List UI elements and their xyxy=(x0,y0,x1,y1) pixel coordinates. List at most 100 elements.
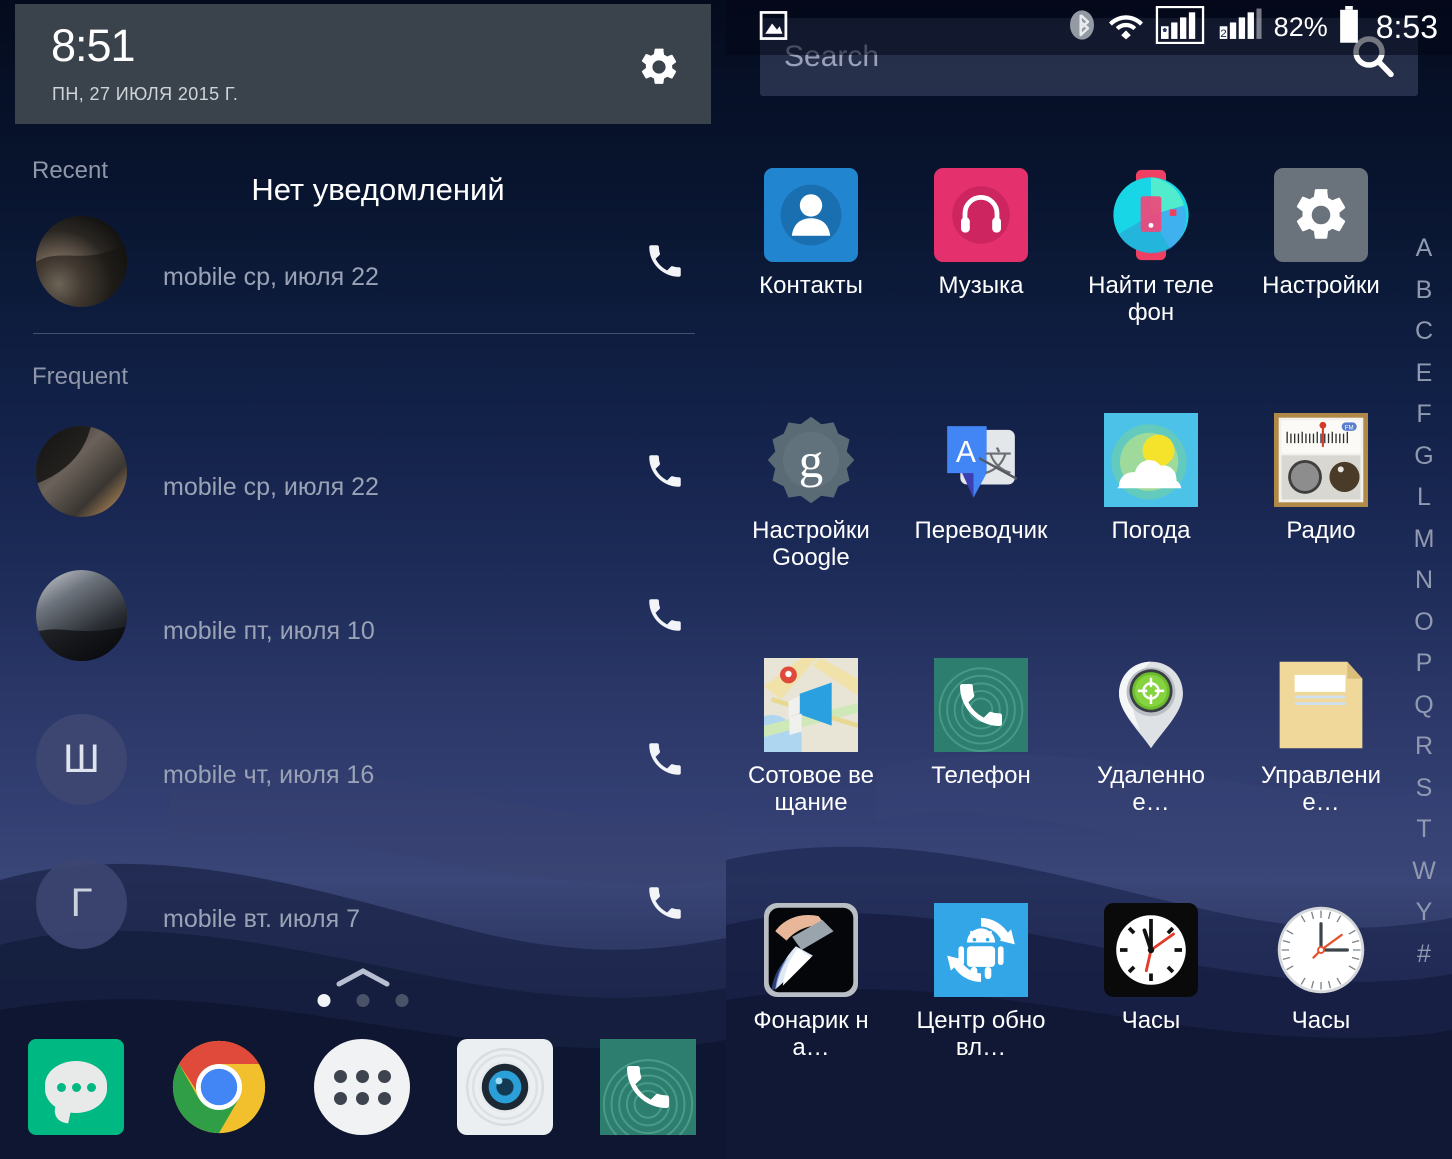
app-item-remote-location[interactable]: Удаленное… xyxy=(1066,658,1236,903)
phone-call-icon[interactable] xyxy=(644,738,686,780)
settings-gear-icon xyxy=(1274,168,1368,262)
list-item[interactable]: Ш mobile чт, июля 16 xyxy=(0,714,726,824)
app-row: g Настройки Google A 文 Переводчик Погода… xyxy=(726,413,1406,658)
app-item-clock-black[interactable]: Часы xyxy=(1066,903,1236,1148)
alpha-letter[interactable]: F xyxy=(1416,394,1431,436)
alpha-letter[interactable]: Y xyxy=(1416,892,1433,934)
avatar: Г xyxy=(36,858,127,949)
app-label: Найти телефон xyxy=(1088,272,1214,326)
camera-icon[interactable] xyxy=(457,1039,553,1135)
alpha-letter[interactable]: R xyxy=(1415,726,1433,768)
page-dot-2[interactable] xyxy=(356,994,370,1007)
app-row: Контакты Музыка Найти телефон Настройки xyxy=(726,168,1406,413)
remote-location-icon xyxy=(1104,658,1198,752)
app-label: Удаленное… xyxy=(1097,762,1205,816)
app-item-music[interactable]: Музыка xyxy=(896,168,1066,413)
avatar-letter: Ш xyxy=(63,737,100,781)
alpha-letter[interactable]: S xyxy=(1416,768,1433,810)
phone-call-icon[interactable] xyxy=(644,594,686,636)
alpha-letter[interactable]: C xyxy=(1415,311,1433,353)
app-label: Фонарик на… xyxy=(753,1007,869,1061)
phone-call-icon[interactable] xyxy=(644,450,686,492)
app-item-translate[interactable]: A 文 Переводчик xyxy=(896,413,1066,658)
list-item[interactable]: mobile ср, июля 22 xyxy=(0,216,726,326)
app-item-dialer[interactable]: Телефон xyxy=(896,658,1066,903)
app-item-cell-broadcast[interactable]: Сотовое вещание xyxy=(726,658,896,903)
app-item-find-phone[interactable]: Найти телефон xyxy=(1066,168,1236,413)
alpha-letter[interactable]: E xyxy=(1416,353,1433,395)
music-icon xyxy=(934,168,1028,262)
app-label: Телефон xyxy=(931,762,1031,789)
weather-icon xyxy=(1104,413,1198,507)
gear-icon[interactable] xyxy=(636,44,682,90)
clock-white-icon xyxy=(1274,903,1368,997)
app-item-google-settings[interactable]: g Настройки Google xyxy=(726,413,896,658)
app-label: Центр обновл… xyxy=(916,1007,1046,1061)
list-item[interactable]: mobile пт, июля 10 xyxy=(0,570,726,680)
alpha-letter[interactable]: A xyxy=(1416,228,1433,270)
page-dot-1[interactable] xyxy=(317,994,331,1007)
radio-icon: FM xyxy=(1274,413,1368,507)
chrome-icon[interactable] xyxy=(171,1039,267,1135)
battery-icon xyxy=(1338,6,1360,49)
app-label: Сотовое вещание xyxy=(748,762,874,816)
alpha-letter[interactable]: Q xyxy=(1414,685,1433,727)
alpha-letter[interactable]: G xyxy=(1414,436,1433,478)
phone-call-icon[interactable] xyxy=(644,240,686,282)
dock xyxy=(0,1033,726,1141)
dual-phone-screenshot: 8:51 ПН, 27 ИЮЛЯ 2015 Г. Нет уведомлений… xyxy=(0,0,1452,1159)
google-settings-icon: g xyxy=(764,413,858,507)
app-item-settings[interactable]: Настройки xyxy=(1236,168,1406,413)
alpha-letter[interactable]: P xyxy=(1416,643,1433,685)
alpha-letter[interactable]: L xyxy=(1417,477,1431,519)
app-label: Радио xyxy=(1286,517,1356,544)
section-divider xyxy=(33,333,695,334)
right-phone-screen: 2 82% 8:53 Search Контакты Музыка Найти … xyxy=(726,0,1452,1159)
phone-dialer-icon xyxy=(934,658,1028,752)
status-bar: 2 82% 8:53 xyxy=(726,0,1452,55)
app-label: Настройки xyxy=(1262,272,1380,299)
phone-icon[interactable] xyxy=(600,1039,696,1135)
app-item-radio[interactable]: FM Радио xyxy=(1236,413,1406,658)
list-item-subtitle: mobile вт. июля 7 xyxy=(163,905,361,933)
app-label: Управление… xyxy=(1260,762,1382,816)
translate-icon: A 文 xyxy=(934,413,1028,507)
left-phone-screen: 8:51 ПН, 27 ИЮЛЯ 2015 Г. Нет уведомлений… xyxy=(0,0,726,1159)
alpha-letter[interactable]: M xyxy=(1414,519,1435,561)
file-manager-icon xyxy=(1274,658,1368,752)
avatar: Ш xyxy=(36,714,127,805)
notification-shade-header: 8:51 ПН, 27 ИЮЛЯ 2015 Г. xyxy=(15,4,711,124)
alpha-letter[interactable]: # xyxy=(1417,934,1431,976)
alpha-letter[interactable]: B xyxy=(1416,270,1433,312)
find-phone-icon xyxy=(1104,168,1198,262)
app-item-update-center[interactable]: Центр обновл… xyxy=(896,903,1066,1148)
app-item-weather[interactable]: Погода xyxy=(1066,413,1236,658)
chevron-up-icon[interactable] xyxy=(335,966,391,988)
app-item-contacts[interactable]: Контакты xyxy=(726,168,896,413)
app-item-file-manager[interactable]: Управление… xyxy=(1236,658,1406,903)
alpha-letter[interactable]: W xyxy=(1412,851,1436,893)
alpha-letter[interactable]: N xyxy=(1415,560,1433,602)
alpha-letter[interactable]: O xyxy=(1414,602,1433,644)
cell-broadcast-icon xyxy=(764,658,859,752)
bluetooth-icon xyxy=(1066,9,1098,46)
alphabet-index[interactable]: A B C E F G L M N O P Q R S T W Y # xyxy=(1402,228,1446,975)
list-item[interactable]: Г mobile вт. июля 7 xyxy=(0,858,726,968)
app-row: Сотовое вещание Телефон Удаленное… Управ… xyxy=(726,658,1406,903)
flashlight-icon xyxy=(764,903,858,997)
phone-call-icon[interactable] xyxy=(644,882,686,924)
list-item[interactable]: mobile ср, июля 22 xyxy=(0,426,726,536)
app-grid: Контакты Музыка Найти телефон Настройки … xyxy=(726,168,1406,1148)
wifi-icon xyxy=(1108,10,1144,45)
svg-text:g: g xyxy=(799,433,823,488)
app-label: Погода xyxy=(1111,517,1191,544)
page-dot-3[interactable] xyxy=(395,994,409,1007)
no-notifications-text: Нет уведомлений xyxy=(251,172,505,207)
app-label: Часы xyxy=(1291,1007,1351,1034)
app-label: Контакты xyxy=(759,272,863,299)
alpha-letter[interactable]: T xyxy=(1416,809,1431,851)
app-item-clock-white[interactable]: Часы xyxy=(1236,903,1406,1148)
messaging-icon[interactable] xyxy=(28,1039,124,1135)
app-drawer-icon[interactable] xyxy=(314,1039,410,1135)
app-item-flashlight[interactable]: Фонарик на… xyxy=(726,903,896,1148)
